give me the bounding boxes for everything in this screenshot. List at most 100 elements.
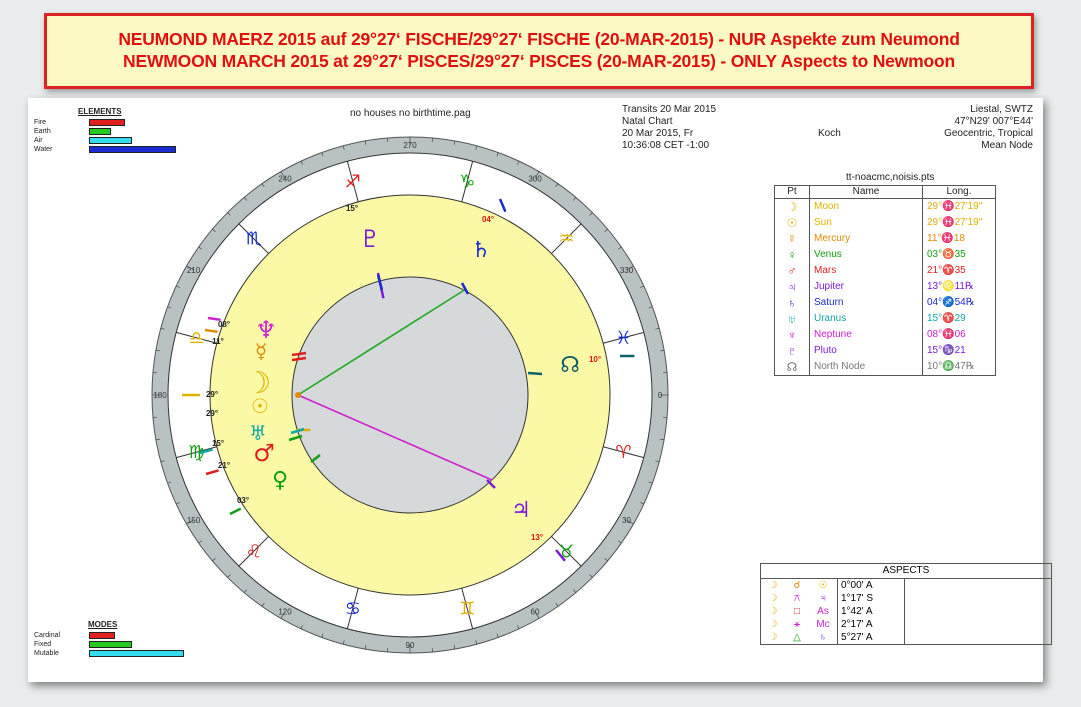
aspect-planet2: Mc	[816, 619, 830, 630]
planet-position: 15°♈29	[922, 311, 996, 327]
location-line3: Geocentric, Tropical	[944, 128, 1033, 139]
aspect-orb: 1°17' S	[837, 592, 905, 605]
aspect-planet1: ☽	[760, 592, 785, 605]
planet-position: 08°♓06	[922, 327, 996, 343]
planet-row: ♇ Pluto 15°♑21	[774, 343, 996, 359]
aspects-table: ASPECTS ☽ ☌ ☉ 0°00' A ☽ ⚻ ♃ 1°17' S ☽ □ As 1°42' A ☽…	[760, 563, 1052, 645]
chart-info-line4: 10:36:08 CET -1:00	[622, 140, 710, 151]
planet-name: Neptune	[809, 327, 923, 343]
planet-row: ☽ Moon 29°♓27'19"	[774, 198, 996, 215]
modes-bar	[89, 650, 184, 657]
planet-table: Pt Name Long. ☽ Moon 29°♓27'19" ☉ Sun 29°♓27'…	[774, 185, 996, 376]
aspect-row: ☽ □ As 1°42' A	[760, 605, 1052, 618]
planet-row: ♆ Neptune 08°♓06	[774, 327, 996, 343]
planet-row: ♀ Venus 03°♉35	[774, 247, 996, 263]
modes-row-cardinal: Cardinal	[34, 631, 194, 640]
planet-glyph: ☊	[774, 359, 810, 376]
planet-glyph: ☿	[774, 231, 810, 247]
aspect-blank	[904, 592, 1052, 605]
aspect-row: ☽ ⚻ ♃ 1°17' S	[760, 592, 1052, 605]
planet-glyph: ♄	[774, 295, 810, 311]
planet-glyph: ☽	[774, 198, 810, 215]
modes-label: Fixed	[34, 641, 52, 648]
planet-position: 11°♓18	[922, 231, 996, 247]
aspect-blank	[904, 605, 1052, 618]
elements-row-earth: Earth	[34, 127, 184, 136]
aspect-row: ☽ ⚹ Mc 2°17' A	[760, 618, 1052, 631]
col-long: Long.	[922, 185, 996, 199]
planet-position: 03°♉35	[922, 247, 996, 263]
planet-row: ♂ Mars 21°♈35	[774, 263, 996, 279]
planet-name: Moon	[809, 198, 923, 215]
planet-position: 29°♓27'19"	[922, 198, 996, 215]
planet-name: Venus	[809, 247, 923, 263]
planet-position: 15°♑21	[922, 343, 996, 359]
aspect-symbol: △	[785, 631, 809, 645]
planet-name: Mercury	[809, 231, 923, 247]
chart-info-line3: 20 Mar 2015, Fr	[622, 128, 694, 139]
col-pt: Pt	[774, 185, 810, 199]
planet-position: 29°♓27'19"	[922, 215, 996, 231]
planet-name: Sun	[809, 215, 923, 231]
elements-label: Fire	[34, 119, 47, 126]
planet-name: Uranus	[809, 311, 923, 327]
banner-line-german: NEUMOND MAERZ 2015 auf 29°27‘ FISCHE/29°…	[118, 29, 960, 49]
aspect-blank	[904, 631, 1052, 645]
banner-line-english: NEWMOON MARCH 2015 at 29°27‘ PISCES/29°2…	[123, 51, 955, 71]
modes-label: Mutable	[34, 650, 59, 657]
elements-bar	[89, 137, 132, 144]
planet-position: 13°♌11℞	[922, 279, 996, 295]
planet-name: Mars	[809, 263, 923, 279]
chart-info-line2: Natal Chart	[622, 116, 673, 127]
aspects-title: ASPECTS	[760, 563, 1052, 579]
modes-title: MODES	[88, 620, 118, 629]
planet-position: 04°♐54℞	[922, 295, 996, 311]
points-file: tt-noacmc,noisis.pts	[846, 172, 935, 183]
planet-row: ☉ Sun 29°♓27'19"	[774, 215, 996, 231]
aspect-symbol: ⚹	[794, 619, 800, 630]
aspect-row: ☽ ☌ ☉ 0°00' A	[760, 578, 1052, 592]
aspect-planet2: ♃	[819, 593, 827, 604]
aspect-planet1: ☽	[760, 578, 785, 592]
col-name: Name	[809, 185, 923, 199]
planet-glyph: ♆	[774, 327, 810, 343]
modes-bar	[89, 632, 115, 639]
elements-bar	[89, 119, 125, 126]
planet-position: 21°♈35	[922, 263, 996, 279]
planet-glyph: ♀	[774, 247, 810, 263]
planet-glyph: ☉	[774, 215, 810, 231]
aspect-blank	[904, 578, 1052, 592]
aspect-orb: 1°42' A	[837, 605, 905, 618]
elements-bar	[89, 128, 111, 135]
modes-row-fixed: Fixed	[34, 640, 194, 649]
planet-name: Pluto	[809, 343, 923, 359]
elements-title: ELEMENTS	[78, 107, 122, 116]
modes-chart: Cardinal Fixed Mutable	[34, 631, 194, 658]
planet-name: North Node	[809, 359, 923, 376]
aspect-planet1: ☽	[760, 631, 785, 645]
planet-glyph: ♂	[774, 263, 810, 279]
modes-bar	[89, 641, 132, 648]
planet-glyph: ♇	[774, 343, 810, 359]
aspect-symbol: □	[793, 606, 801, 617]
modes-label: Cardinal	[34, 632, 61, 639]
planet-row: ♅ Uranus 15°♈29	[774, 311, 996, 327]
elements-row-fire: Fire	[34, 118, 184, 127]
aspect-planet1: ☽	[760, 605, 785, 618]
modes-row-mutable: Mutable	[34, 649, 194, 658]
center-title: no houses no birthtime.pag	[350, 108, 471, 119]
planet-position: 10°♎47℞	[922, 359, 996, 376]
aspect-orb: 0°00' A	[837, 578, 905, 592]
aspect-row: ☽ △ ♄ 5°27' A	[760, 631, 1052, 645]
elements-chart: Fire Earth Air Water	[34, 118, 184, 154]
elements-label: Water	[34, 146, 53, 153]
aspect-symbol: ⚻	[793, 593, 801, 604]
elements-label: Air	[34, 137, 43, 144]
elements-label: Earth	[34, 128, 51, 135]
aspect-planet2: As	[817, 606, 829, 617]
planet-row: ♃ Jupiter 13°♌11℞	[774, 279, 996, 295]
location-line2: 47°N29' 007°E44'	[954, 116, 1033, 127]
chart-info-line1: Transits 20 Mar 2015	[622, 104, 717, 115]
aspect-orb: 2°17' A	[837, 618, 905, 631]
aspect-blank	[904, 618, 1052, 631]
